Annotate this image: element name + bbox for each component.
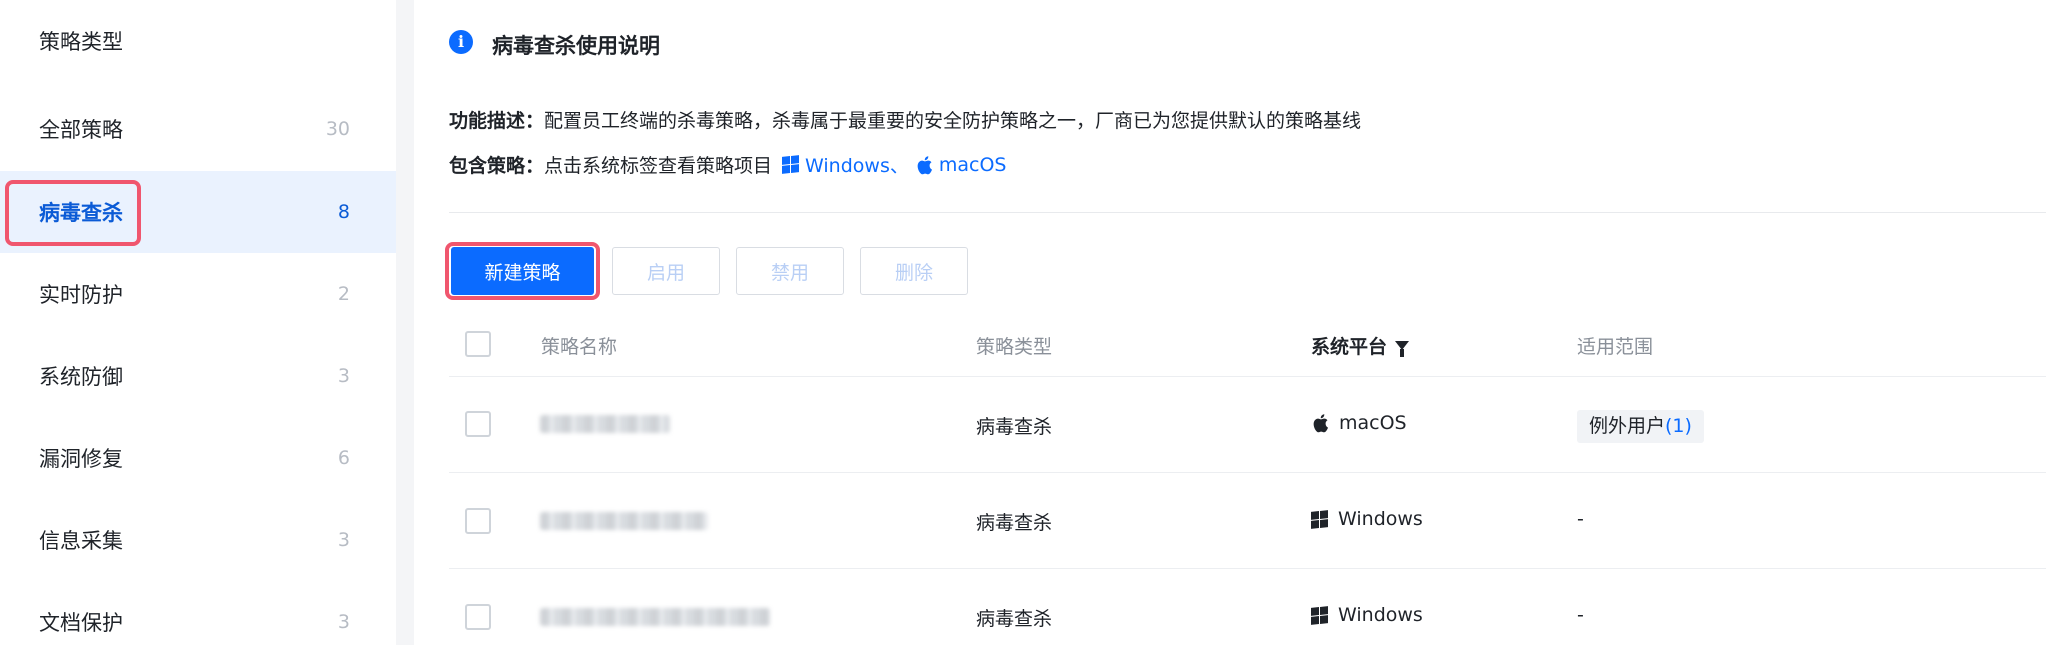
- delete-button[interactable]: 删除: [860, 247, 968, 295]
- scope-tag[interactable]: 例外用户(1): [1577, 410, 1704, 443]
- sidebar-item-label: 全部策略: [39, 118, 123, 142]
- enable-button[interactable]: 启用: [612, 247, 720, 295]
- row-checkbox[interactable]: [465, 604, 491, 630]
- section-divider: [449, 212, 2046, 213]
- scope-tag-label: 例外用户: [1589, 415, 1666, 437]
- column-header-scope: 适用范围: [1577, 336, 1654, 358]
- sidebar-item-count: 30: [325, 118, 350, 140]
- header-divider: [449, 376, 2046, 377]
- apple-icon: [917, 155, 932, 174]
- sidebar-item-count: 3: [337, 365, 350, 387]
- info-icon: i: [449, 30, 473, 54]
- included-policies: 包含策略： 点击系统标签查看策略项目 Windows、 macOS: [449, 151, 1006, 178]
- macos-link[interactable]: macOS: [915, 153, 1007, 176]
- macos-link-label: macOS: [938, 153, 1007, 176]
- include-text: 点击系统标签查看策略项目: [544, 155, 773, 177]
- select-all-checkbox[interactable]: [465, 331, 491, 357]
- windows-icon: [782, 155, 800, 174]
- sidebar-item-label: 系统防御: [39, 365, 123, 389]
- platform-label: Windows: [1338, 508, 1423, 530]
- redacted-policy-name[interactable]: [540, 415, 670, 433]
- row-platform: macOS: [1311, 412, 1407, 434]
- section-title: 病毒查杀使用说明: [492, 34, 660, 58]
- platform-label: Windows: [1338, 604, 1423, 626]
- sidebar-item-info-collect[interactable]: 信息采集 3: [0, 499, 396, 581]
- column-header-type: 策略类型: [976, 336, 1053, 358]
- row-type: 病毒查杀: [976, 512, 1053, 534]
- sidebar-item-count: 2: [337, 283, 350, 305]
- redacted-policy-name[interactable]: [540, 608, 770, 626]
- sidebar-item-count: 6: [337, 447, 350, 469]
- sidebar-item-vuln-fix[interactable]: 漏洞修复 6: [0, 417, 396, 499]
- sidebar-item-count: 3: [337, 611, 350, 633]
- row-type: 病毒查杀: [976, 416, 1053, 438]
- sidebar-item-count: 8: [337, 201, 350, 223]
- row-divider: [449, 568, 2046, 569]
- sidebar-title: 策略类型: [39, 30, 123, 54]
- sidebar-item-all[interactable]: 全部策略 30: [0, 88, 396, 170]
- sidebar-item-doc-protect[interactable]: 文档保护 3: [0, 581, 396, 663]
- platform-label: macOS: [1339, 412, 1407, 434]
- description-text: 配置员工终端的杀毒策略，杀毒属于最重要的安全防护策略之一，厂商已为您提供默认的策…: [544, 110, 1362, 132]
- active-item-highlight: [5, 180, 141, 246]
- scope-tag-count: (1): [1665, 415, 1692, 437]
- sidebar-item-label: 实时防护: [39, 283, 123, 307]
- windows-link-label: Windows、: [805, 155, 909, 177]
- panel-gutter: [396, 0, 414, 645]
- apple-icon: [1313, 414, 1328, 433]
- include-label: 包含策略：: [449, 155, 545, 177]
- sidebar-item-count: 3: [337, 529, 350, 551]
- row-checkbox[interactable]: [465, 508, 491, 534]
- sidebar: 策略类型 全部策略 30 病毒查杀 8 实时防护 2 系统防御 3 漏洞修复 6…: [0, 0, 396, 645]
- description-label: 功能描述：: [449, 110, 545, 132]
- column-header-platform: 系统平台: [1311, 332, 1410, 359]
- windows-link[interactable]: Windows、: [782, 151, 909, 178]
- disable-button[interactable]: 禁用: [736, 247, 844, 295]
- row-type: 病毒查杀: [976, 608, 1053, 630]
- redacted-policy-name[interactable]: [540, 512, 708, 530]
- sidebar-item-realtime-protection[interactable]: 实时防护 2: [0, 253, 396, 335]
- sidebar-item-label: 文档保护: [39, 611, 123, 635]
- row-scope: -: [1577, 604, 1584, 626]
- new-button-highlight: [445, 242, 600, 300]
- sidebar-item-system-defense[interactable]: 系统防御 3: [0, 335, 396, 417]
- sidebar-item-label: 漏洞修复: [39, 447, 123, 471]
- row-scope: -: [1577, 508, 1584, 530]
- row-divider: [449, 472, 2046, 473]
- sidebar-item-label: 信息采集: [39, 529, 123, 553]
- column-header-platform-label: 系统平台: [1311, 336, 1388, 358]
- windows-icon: [1311, 509, 1328, 529]
- row-checkbox[interactable]: [465, 411, 491, 437]
- windows-icon: [1311, 605, 1328, 625]
- filter-icon[interactable]: [1395, 341, 1410, 357]
- feature-description: 功能描述：配置员工终端的杀毒策略，杀毒属于最重要的安全防护策略之一，厂商已为您提…: [449, 106, 1361, 133]
- column-header-name: 策略名称: [541, 336, 618, 358]
- row-platform: Windows: [1311, 508, 1423, 530]
- row-platform: Windows: [1311, 604, 1423, 626]
